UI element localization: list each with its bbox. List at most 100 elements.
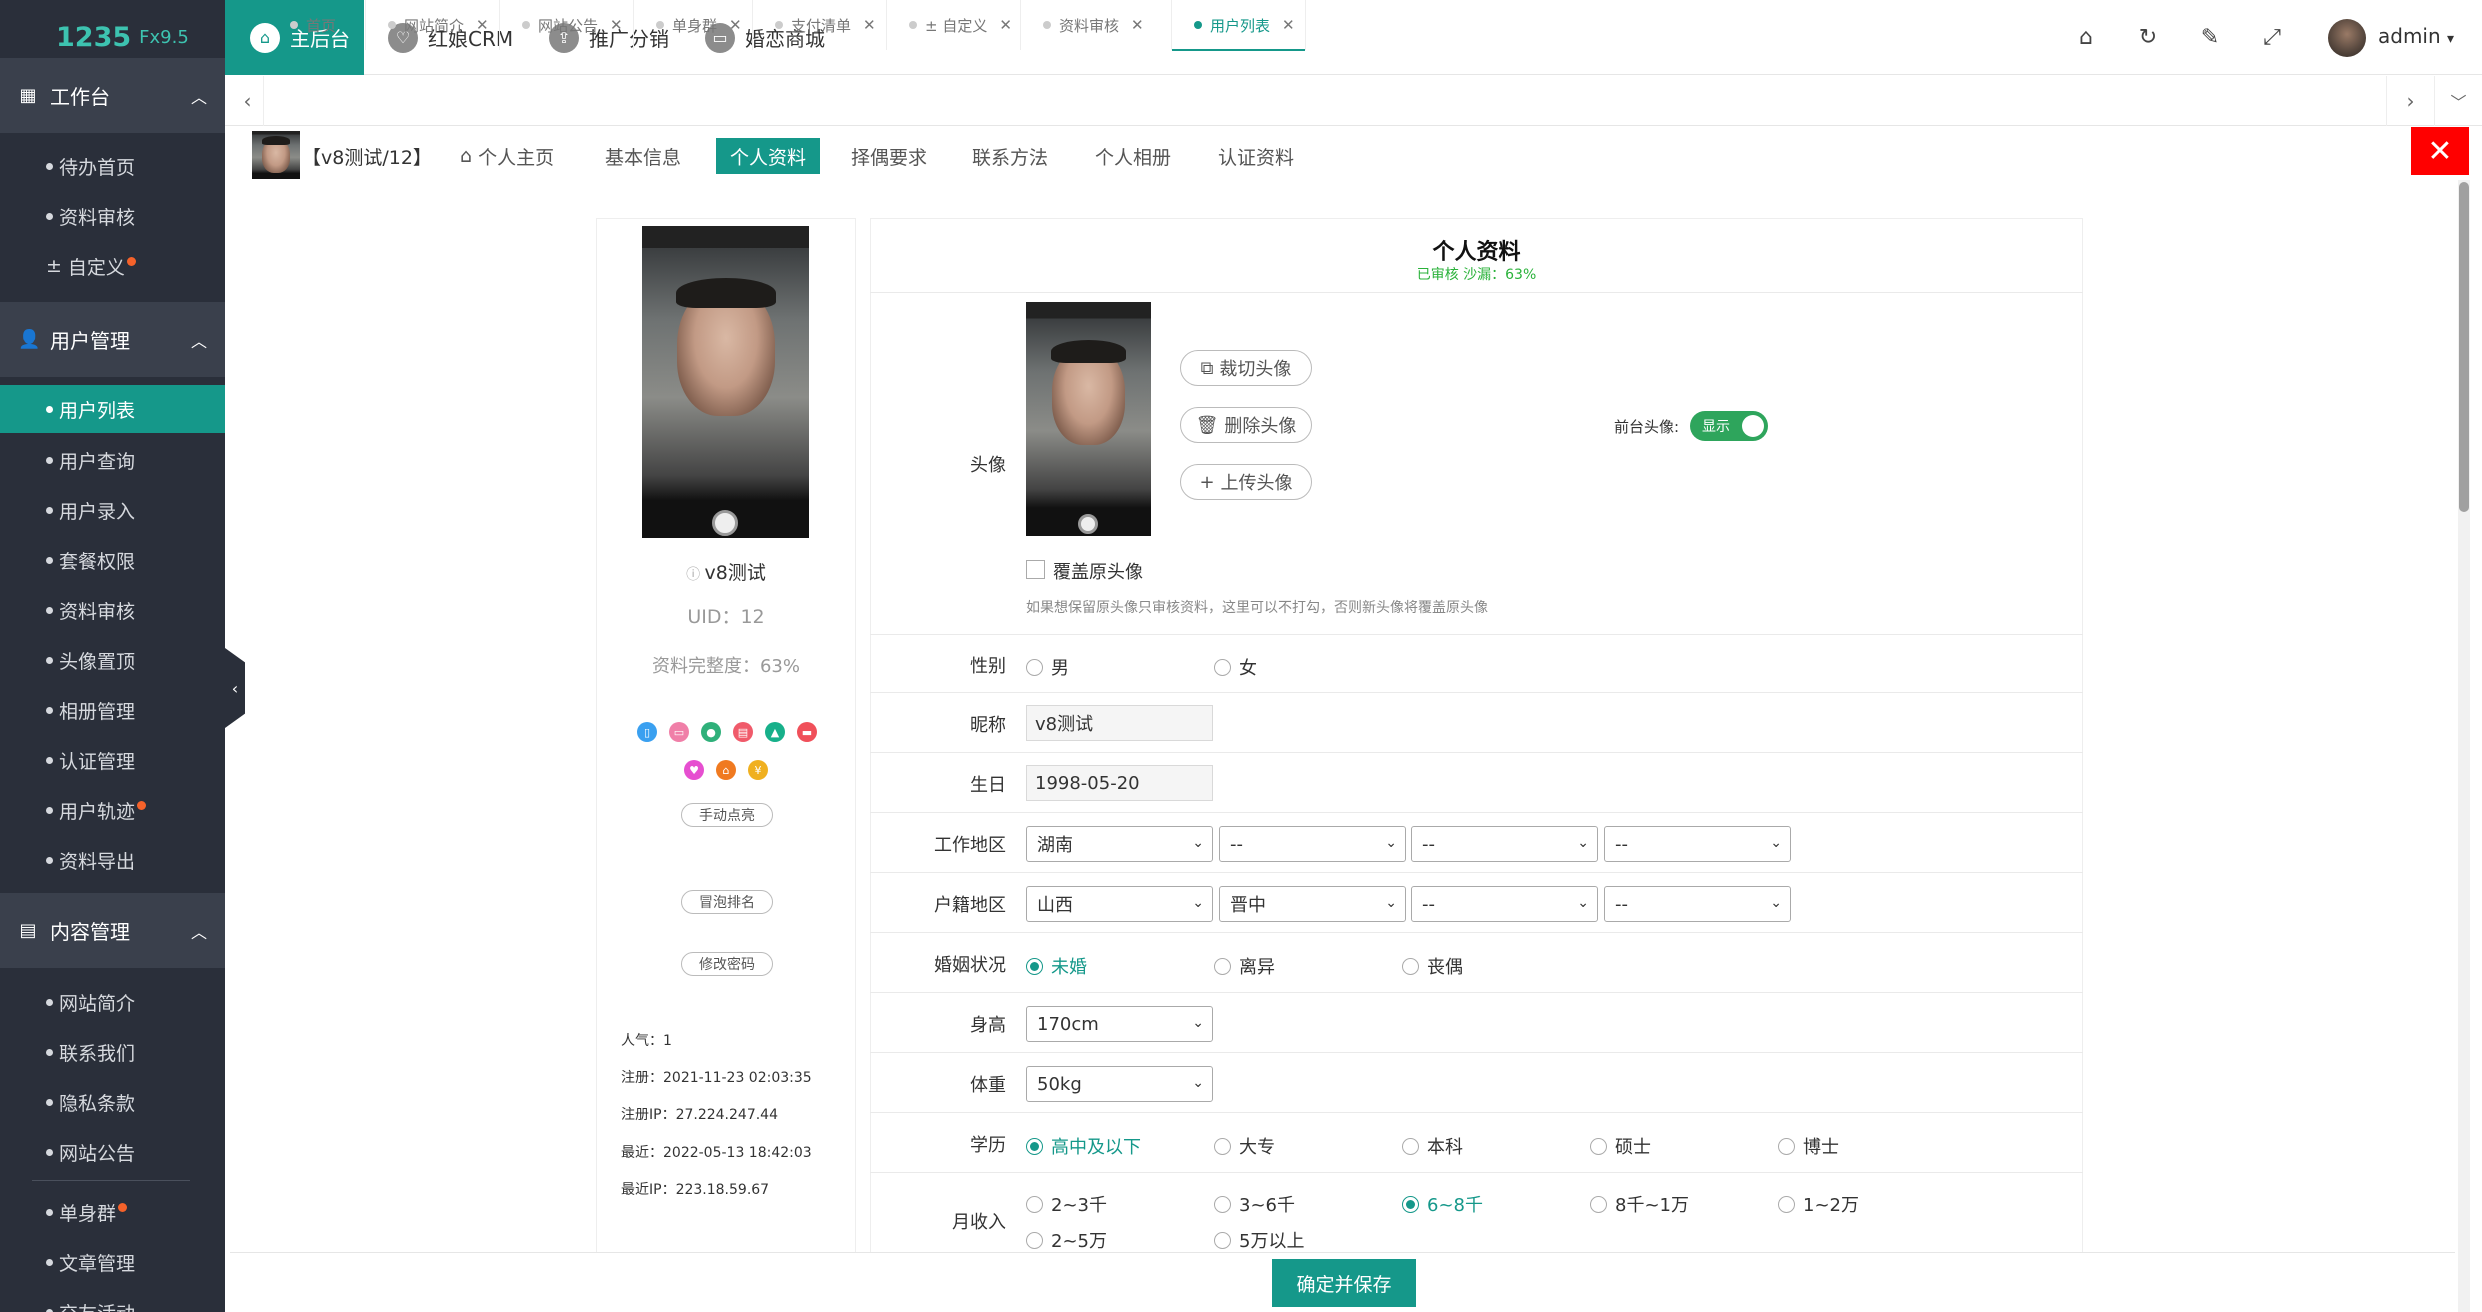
chevron-left-icon[interactable]: ‹ bbox=[232, 76, 264, 126]
education-master-radio[interactable]: 硕士 bbox=[1590, 1133, 1651, 1159]
home-icon[interactable]: ⌂ bbox=[716, 760, 736, 780]
income-20-50k-radio[interactable]: 2~5万 bbox=[1026, 1227, 1107, 1253]
sidebar-collapse-handle[interactable]: ‹ bbox=[225, 648, 245, 728]
user-photo[interactable] bbox=[642, 226, 809, 538]
subnav-album[interactable]: 个人相册 bbox=[1095, 138, 1171, 174]
work-city-select[interactable]: -- ⌄ bbox=[1219, 826, 1406, 862]
hukou-town-select[interactable]: -- ⌄ bbox=[1604, 886, 1791, 922]
subnav-contact[interactable]: 联系方法 bbox=[972, 138, 1048, 174]
gender-male-radio[interactable]: 男 bbox=[1026, 654, 1069, 680]
scrollbar-thumb[interactable] bbox=[2459, 182, 2469, 512]
hukou-province-select[interactable]: 山西 ⌄ bbox=[1026, 886, 1213, 922]
work-town-select[interactable]: -- ⌄ bbox=[1604, 826, 1791, 862]
education-college-radio[interactable]: 大专 bbox=[1214, 1133, 1275, 1159]
tab-payments[interactable]: 支付清单 ✕ bbox=[753, 0, 887, 50]
change-password-button[interactable]: 修改密码 bbox=[681, 952, 773, 976]
subnav-homepage[interactable]: ⌂ 个人主页 bbox=[460, 138, 554, 174]
home-icon[interactable]: ⌂ bbox=[2072, 24, 2100, 52]
close-icon[interactable]: ✕ bbox=[476, 16, 489, 34]
sidebar-item-articles[interactable]: 文章管理 bbox=[0, 1238, 225, 1286]
fullscreen-icon[interactable]: ⤢ bbox=[2258, 24, 2286, 52]
sidebar-item-export[interactable]: 资料导出 bbox=[0, 836, 225, 884]
subnav-profile[interactable]: 个人资料 bbox=[716, 138, 821, 174]
subnav-partner-req[interactable]: 择偶要求 bbox=[851, 138, 927, 174]
sidebar-item-todo[interactable]: 待办首页 bbox=[0, 142, 225, 190]
cover-avatar-checkbox[interactable] bbox=[1026, 560, 1045, 579]
sidebar-item-review[interactable]: 资料审核 bbox=[0, 192, 225, 240]
sidebar-item-contact[interactable]: 联系我们 bbox=[0, 1028, 225, 1076]
tab-custom[interactable]: ± 自定义 ✕ bbox=[887, 0, 1021, 50]
sidebar-item-events[interactable]: 交友活动 bbox=[0, 1288, 225, 1312]
close-icon[interactable]: ✕ bbox=[1131, 16, 1144, 34]
crop-avatar-button[interactable]: ⧉ 裁切头像 bbox=[1180, 350, 1312, 386]
education-highschool-radio[interactable]: 高中及以下 bbox=[1026, 1133, 1141, 1159]
sidebar-item-singles-group[interactable]: 单身群 bbox=[0, 1188, 225, 1236]
sidebar-item-albums[interactable]: 相册管理 bbox=[0, 686, 225, 734]
tab-site-intro[interactable]: 网站简介 ✕ bbox=[366, 0, 500, 50]
upload-avatar-button[interactable]: + 上传头像 bbox=[1180, 464, 1312, 500]
light-up-button[interactable]: 手动点亮 bbox=[681, 803, 773, 827]
gender-female-radio[interactable]: 女 bbox=[1214, 654, 1257, 680]
birthday-input[interactable]: 1998-05-20 bbox=[1026, 765, 1213, 801]
avatar[interactable] bbox=[2328, 19, 2366, 57]
refresh-icon[interactable]: ↻ bbox=[2134, 24, 2162, 52]
tab-announcement[interactable]: 网站公告 ✕ bbox=[500, 0, 634, 50]
sidebar-section-users[interactable]: 👤 用户管理 ︿ bbox=[0, 302, 225, 377]
sidebar-item-user-entry[interactable]: 用户录入 bbox=[0, 486, 225, 534]
work-province-select[interactable]: 湖南 ⌄ bbox=[1026, 826, 1213, 862]
income-2-3k-radio[interactable]: 2~3千 bbox=[1026, 1191, 1107, 1217]
income-6-8k-radio[interactable]: 6~8千 bbox=[1402, 1191, 1483, 1217]
income-3-6k-radio[interactable]: 3~6千 bbox=[1214, 1191, 1295, 1217]
education-bachelor-radio[interactable]: 本科 bbox=[1402, 1133, 1463, 1159]
sidebar-item-avatar-top[interactable]: 头像置顶 bbox=[0, 636, 225, 684]
sidebar-item-site-intro[interactable]: 网站简介 bbox=[0, 978, 225, 1026]
income-10-20k-radio[interactable]: 1~2万 bbox=[1778, 1191, 1859, 1217]
sidebar-section-content[interactable]: ▤ 内容管理 ︿ bbox=[0, 893, 225, 968]
car-icon[interactable]: ▬ bbox=[797, 722, 817, 742]
sidebar-item-announcement[interactable]: 网站公告 bbox=[0, 1128, 225, 1176]
person-icon[interactable]: ● bbox=[701, 722, 721, 742]
delete-avatar-button[interactable]: 🗑 删除头像 bbox=[1180, 407, 1312, 443]
education-doctor-radio[interactable]: 博士 bbox=[1778, 1133, 1839, 1159]
front-avatar-toggle[interactable]: 显示 bbox=[1690, 411, 1768, 441]
sidebar-item-user-query[interactable]: 用户查询 bbox=[0, 436, 225, 484]
weight-select[interactable]: 50kg ⌄ bbox=[1026, 1066, 1213, 1102]
sidebar-item-custom[interactable]: ± 自定义 bbox=[0, 242, 225, 290]
sidebar-item-user-trace[interactable]: 用户轨迹 bbox=[0, 786, 225, 834]
height-select[interactable]: 170cm ⌄ bbox=[1026, 1006, 1213, 1042]
sidebar-item-privacy[interactable]: 隐私条款 bbox=[0, 1078, 225, 1126]
close-icon[interactable]: ✕ bbox=[999, 16, 1012, 34]
mobile-verified-icon[interactable]: ▯ bbox=[637, 722, 657, 742]
hukou-district-select[interactable]: -- ⌄ bbox=[1411, 886, 1598, 922]
user-menu[interactable]: admin ▾ bbox=[2378, 24, 2454, 48]
subnav-verification[interactable]: 认证资料 bbox=[1218, 138, 1294, 174]
coin-icon[interactable]: ¥ bbox=[748, 760, 768, 780]
tab-user-list[interactable]: 用户列表 ✕ bbox=[1172, 0, 1306, 51]
close-button[interactable]: ✕ bbox=[2411, 127, 2469, 175]
id-card-icon[interactable]: ▭ bbox=[669, 722, 689, 742]
education-icon[interactable]: ▲ bbox=[765, 722, 785, 742]
clear-cache-icon[interactable]: ✎ bbox=[2196, 24, 2224, 52]
sidebar-item-packages[interactable]: 套餐权限 bbox=[0, 536, 225, 584]
heart-icon[interactable]: ♥ bbox=[684, 760, 704, 780]
tab-singles[interactable]: 单身群 ✕ bbox=[634, 0, 753, 50]
marriage-widowed-radio[interactable]: 丧偶 bbox=[1402, 953, 1463, 979]
work-district-select[interactable]: -- ⌄ bbox=[1411, 826, 1598, 862]
tab-home[interactable]: 首页 bbox=[268, 0, 366, 50]
chevron-down-icon[interactable]: ﹀ bbox=[2434, 76, 2482, 126]
subnav-basic-info[interactable]: 基本信息 bbox=[605, 138, 681, 174]
income-50k-plus-radio[interactable]: 5万以上 bbox=[1214, 1227, 1304, 1253]
tab-review[interactable]: 资料审核 ✕ bbox=[1021, 0, 1172, 50]
bubble-rank-button[interactable]: 冒泡排名 bbox=[681, 890, 773, 914]
sidebar-item-profile-review[interactable]: 资料审核 bbox=[0, 586, 225, 634]
close-icon[interactable]: ✕ bbox=[1282, 16, 1295, 34]
income-8k-10k-radio[interactable]: 8千~1万 bbox=[1590, 1191, 1689, 1217]
marriage-divorced-radio[interactable]: 离异 bbox=[1214, 953, 1275, 979]
sidebar-item-verification[interactable]: 认证管理 bbox=[0, 736, 225, 784]
sidebar-item-user-list[interactable]: 用户列表 bbox=[0, 385, 225, 433]
chevron-right-icon[interactable]: › bbox=[2386, 76, 2434, 126]
close-icon[interactable]: ✕ bbox=[863, 16, 876, 34]
hukou-city-select[interactable]: 晋中 ⌄ bbox=[1219, 886, 1406, 922]
close-icon[interactable]: ✕ bbox=[729, 16, 742, 34]
close-icon[interactable]: ✕ bbox=[610, 16, 623, 34]
